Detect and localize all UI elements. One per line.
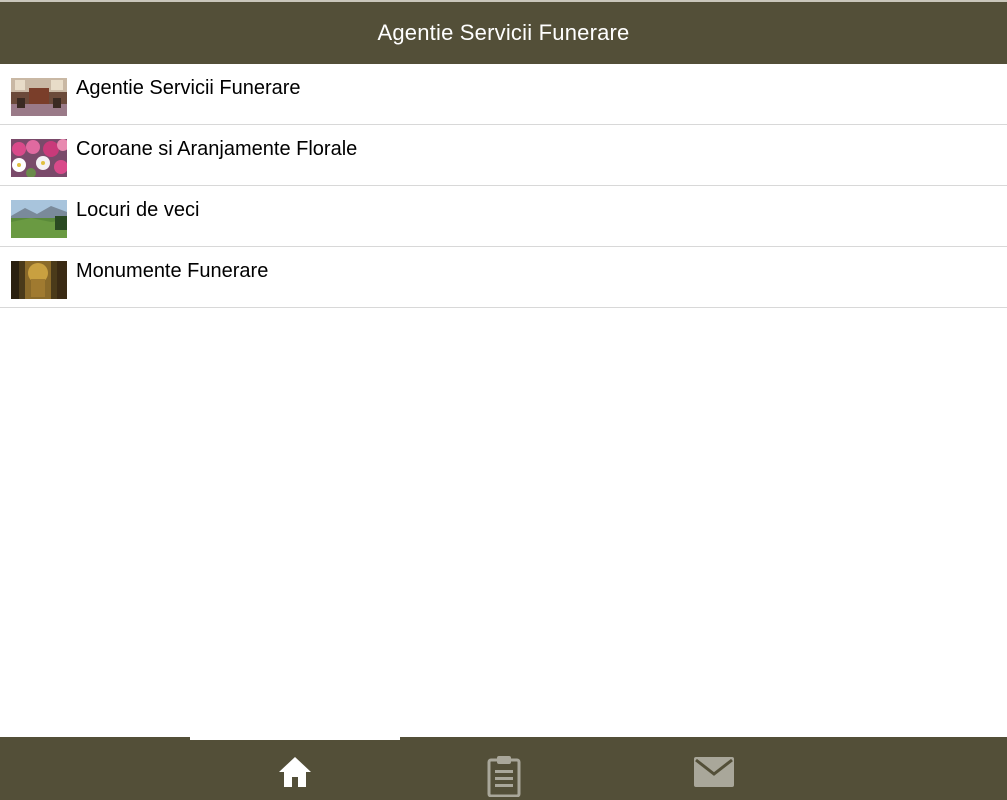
app-screen: Agentie Servicii Funerare Agentie Servic…: [0, 0, 1007, 800]
list-item-label: Agentie Servicii Funerare: [76, 77, 301, 99]
list-item-label: Coroane si Aranjamente Florale: [76, 138, 358, 160]
monument-thumbnail: [11, 261, 67, 299]
app-header: Agentie Servicii Funerare: [0, 0, 1007, 64]
list-item-label: Monumente Funerare: [76, 260, 269, 282]
page-title: Agentie Servicii Funerare: [377, 20, 630, 45]
tab-contact[interactable]: [609, 737, 819, 800]
list-item-monumente-funerare[interactable]: Monumente Funerare: [0, 247, 1007, 308]
clipboard-icon: [487, 755, 521, 800]
list-item-coroane-aranjamente-florale[interactable]: Coroane si Aranjamente Florale: [0, 125, 1007, 186]
tab-clipboard[interactable]: [399, 737, 609, 800]
list-item-locuri-de-veci[interactable]: Locuri de veci: [0, 186, 1007, 247]
tab-home[interactable]: [190, 737, 400, 800]
landscape-thumbnail: [11, 200, 67, 238]
list-item-label: Locuri de veci: [76, 199, 200, 221]
active-tab-indicator: [190, 737, 400, 740]
flowers-thumbnail: [11, 139, 67, 177]
mail-icon: [694, 755, 734, 792]
home-icon: [278, 755, 312, 794]
category-list: Agentie Servicii Funerare Coroane si Ara…: [0, 64, 1007, 308]
funeral-parlor-thumbnail: [11, 78, 67, 116]
bottom-tab-bar: [0, 737, 1007, 800]
list-item-agentie-servicii-funerare[interactable]: Agentie Servicii Funerare: [0, 64, 1007, 125]
